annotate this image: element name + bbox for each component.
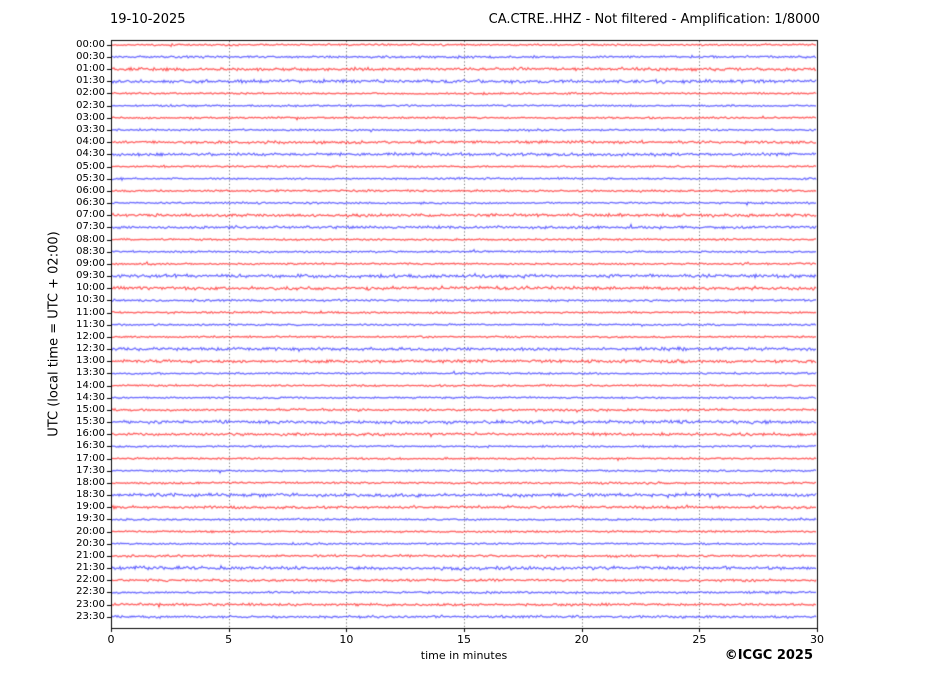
y-tick-label: 08:30	[76, 245, 105, 257]
y-tick-label: 18:00	[76, 476, 105, 488]
x-tick-label: 15	[457, 633, 471, 646]
y-tick-label: 15:00	[76, 403, 105, 415]
y-tick-label: 04:00	[76, 136, 105, 148]
y-tick-label: 14:00	[76, 379, 105, 391]
y-tick-label: 10:00	[76, 282, 105, 294]
y-tick-label: 02:30	[76, 99, 105, 111]
x-tick-label: 25	[692, 633, 707, 646]
y-tick-label: 08:00	[76, 233, 105, 245]
y-tick-label: 17:30	[76, 464, 105, 476]
y-tick-label: 11:30	[76, 318, 105, 330]
y-tick-label: 05:30	[76, 172, 105, 184]
y-tick-label: 19:30	[76, 513, 105, 525]
y-tick-label: 23:30	[76, 610, 105, 622]
copyright-credit: ©ICGC 2025	[724, 648, 813, 663]
y-tick-label: 04:30	[76, 148, 105, 160]
y-tick-label: 10:30	[76, 294, 105, 306]
y-tick-label: 09:00	[76, 257, 105, 269]
y-tick-label: 16:30	[76, 440, 105, 452]
y-tick-label: 13:00	[76, 355, 105, 367]
station-title: CA.CTRE..HHZ - Not filtered - Amplificat…	[488, 12, 820, 27]
y-tick-label: 18:30	[76, 489, 105, 501]
y-tick-label: 06:30	[76, 197, 105, 208]
y-tick-label: 17:00	[76, 452, 105, 464]
y-tick-label: 01:30	[76, 75, 105, 87]
y-tick-label: 05:00	[76, 160, 105, 172]
y-tick-label: 22:30	[76, 586, 105, 598]
y-tick-label: 12:30	[76, 343, 105, 355]
y-tick-label: 06:00	[76, 184, 105, 196]
y-tick-label: 01:00	[76, 63, 105, 75]
helicorder-plot-canvas	[0, 0, 927, 696]
y-tick-label: 21:00	[76, 549, 105, 561]
y-tick-label: 07:00	[76, 209, 105, 221]
y-tick-label: 03:30	[76, 123, 105, 135]
y-tick-label: 21:30	[76, 562, 105, 574]
x-tick-label: 5	[225, 633, 233, 646]
y-tick-label: 20:30	[76, 537, 105, 549]
y-tick-label: 00:00	[76, 38, 105, 50]
y-tick-label: 16:00	[76, 428, 105, 440]
y-tick-label: 00:30	[76, 50, 105, 62]
x-tick-label: 0	[107, 633, 115, 646]
y-tick-label: 15:30	[76, 416, 105, 428]
y-tick-label: 19:00	[76, 501, 105, 513]
y-tick-label: 02:00	[76, 87, 105, 99]
y-tick-label: 23:00	[76, 598, 105, 610]
y-tick-label: 03:00	[76, 111, 105, 123]
x-tick-label: 20	[574, 633, 589, 646]
x-tick-label: 30	[810, 633, 824, 646]
y-tick-label: 07:30	[76, 221, 105, 233]
y-tick-label: 12:00	[76, 330, 105, 342]
y-tick-label: 20:00	[76, 525, 105, 537]
x-tick-label: 10	[339, 633, 354, 646]
y-tick-label: 09:30	[76, 270, 105, 282]
y-tick-label: 22:00	[76, 574, 105, 586]
y-tick-label: 13:30	[76, 367, 105, 379]
y-tick-label: 11:00	[76, 306, 105, 318]
date-title: 19-10-2025	[110, 12, 186, 27]
helicorder-page: 19-10-2025 CA.CTRE..HHZ - Not filtered -…	[0, 0, 927, 696]
y-tick-label: 14:30	[76, 391, 105, 403]
x-axis-title: time in minutes	[420, 649, 508, 662]
